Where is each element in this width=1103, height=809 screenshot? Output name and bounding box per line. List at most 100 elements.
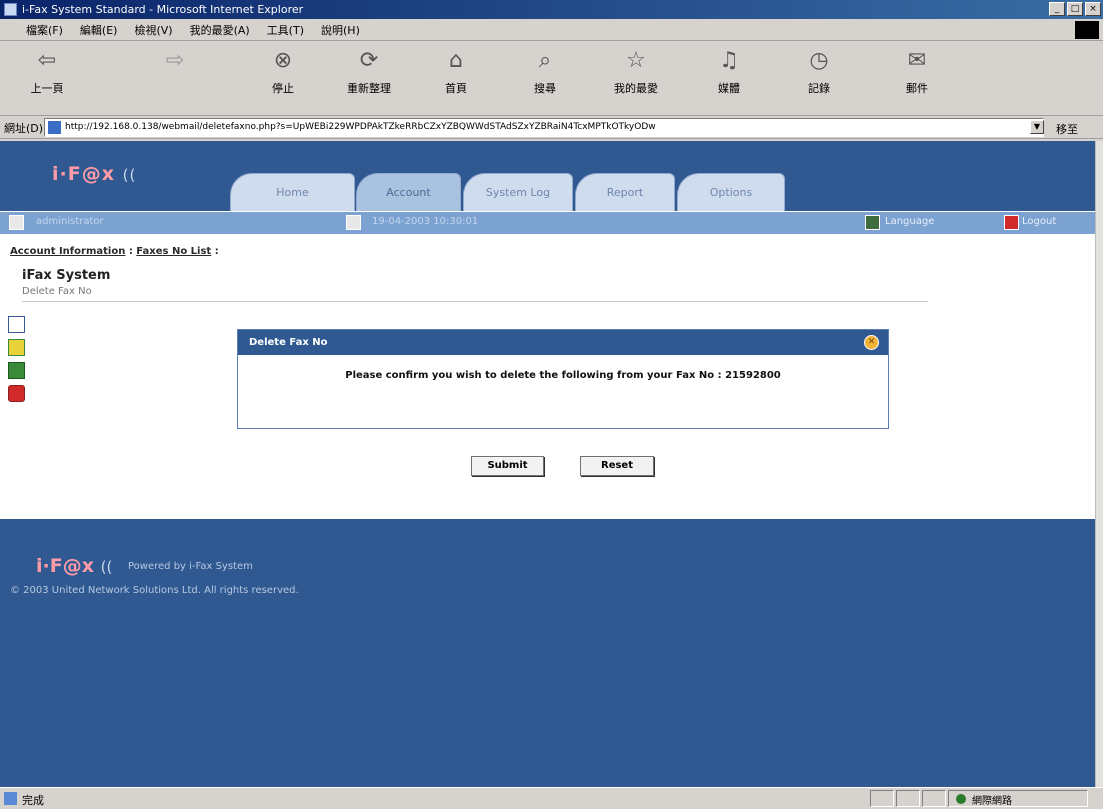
copyright: © 2003 United Network Solutions Ltd. All…: [10, 585, 299, 596]
windows-logo-icon: [1075, 21, 1099, 39]
minimize-button[interactable]: _: [1049, 2, 1065, 16]
confirm-message: Please confirm you wish to delete the fo…: [345, 370, 781, 381]
status-cell-3: [922, 790, 946, 807]
date-time: 19-04-2003 10:30:01: [372, 216, 479, 227]
history-label: 記錄: [808, 82, 830, 95]
refresh-button[interactable]: ⟳ 重新整理: [334, 48, 404, 96]
home-label: 首頁: [445, 82, 467, 95]
logout-link[interactable]: Logout: [1022, 216, 1056, 227]
delete-fax-dialog: Delete Fax No ✕ Please confirm you wish …: [237, 329, 889, 429]
window-title-bar: i-Fax System Standard - Microsoft Intern…: [0, 0, 1103, 19]
status-zone-cell: [948, 790, 1088, 807]
logout-icon[interactable]: [1004, 215, 1019, 230]
language-icon[interactable]: [865, 215, 880, 230]
page-subtitle: Delete Fax No: [22, 286, 92, 297]
browser-toolbar: ⇦ 上一頁 ⇨ ⊗ 停止 ⟳ 重新整理 ⌂ 首頁 ⌕ 搜尋 ☆ 我的最愛 ♫ 媒…: [0, 42, 1103, 116]
reset-button[interactable]: Reset: [580, 456, 654, 476]
title-divider: [22, 301, 928, 302]
logo-waves: ((: [122, 166, 137, 184]
status-bar: 完成 網際網路: [0, 787, 1103, 809]
submit-button[interactable]: Submit: [471, 456, 544, 476]
address-dropdown-button[interactable]: ▼: [1030, 120, 1044, 134]
delete-icon[interactable]: [8, 385, 25, 402]
user-name: administrator: [36, 216, 104, 227]
menu-edit[interactable]: 編輯(E): [80, 22, 118, 38]
search-label: 搜尋: [534, 82, 556, 95]
site-header: i·F@x (( Home Account System Log Report …: [0, 141, 1095, 211]
internet-zone-label: 網際網路: [972, 796, 1012, 807]
forward-button[interactable]: ⇨: [140, 48, 210, 80]
dialog-header: Delete Fax No ✕: [238, 330, 888, 355]
calendar-icon: [346, 215, 361, 230]
favorites-button[interactable]: ☆ 我的最愛: [601, 48, 671, 96]
menu-file[interactable]: 檔案(F): [26, 22, 63, 38]
window-title: i-Fax System Standard - Microsoft Intern…: [22, 3, 304, 16]
close-window-button[interactable]: ×: [1085, 2, 1101, 16]
logo-text: i·F@x: [52, 163, 115, 185]
address-input[interactable]: http://192.168.0.138/webmail/deletefaxno…: [44, 118, 1044, 137]
stop-icon: ⊗: [273, 48, 293, 73]
edit-icon[interactable]: [8, 339, 25, 356]
back-label: 上一頁: [30, 82, 64, 95]
mail-button[interactable]: ✉ 郵件: [882, 48, 952, 96]
tab-options[interactable]: Options: [677, 173, 785, 211]
powered-by: Powered by i-Fax System: [128, 561, 253, 572]
tab-account[interactable]: Account: [356, 173, 461, 211]
footer-logo: i·F@x ((: [36, 555, 112, 577]
home-icon: ⌂: [449, 48, 463, 73]
maximize-button[interactable]: □: [1067, 2, 1083, 16]
internet-zone-icon: [956, 794, 966, 804]
breadcrumb-trailing: :: [214, 246, 219, 257]
breadcrumb-account-information[interactable]: Account Information: [10, 246, 125, 257]
info-strip: administrator 19-04-2003 10:30:01 Langua…: [0, 212, 1095, 234]
tab-system-log[interactable]: System Log: [463, 173, 573, 211]
menu-tools[interactable]: 工具(T): [267, 22, 304, 38]
go-button[interactable]: 移至: [1056, 121, 1078, 137]
close-icon[interactable]: ✕: [864, 335, 879, 350]
menu-view[interactable]: 檢視(V): [134, 22, 172, 38]
media-button[interactable]: ♫ 媒體: [694, 48, 764, 96]
page-title: iFax System: [22, 268, 111, 283]
stop-label: 停止: [272, 82, 294, 95]
language-link[interactable]: Language: [885, 216, 934, 227]
footer-logo-text: i·F@x: [36, 555, 94, 577]
mail-icon: ✉: [907, 48, 927, 73]
history-button[interactable]: ◷ 記錄: [784, 48, 854, 96]
status-text: 完成: [22, 794, 44, 807]
favorites-icon: ☆: [626, 48, 646, 73]
document-icon[interactable]: [8, 316, 25, 333]
breadcrumb-separator: :: [128, 246, 133, 257]
menu-favorites[interactable]: 我的最愛(A): [190, 22, 250, 38]
tab-home[interactable]: Home: [230, 173, 355, 211]
address-url: http://192.168.0.138/webmail/deletefaxno…: [65, 122, 656, 132]
favorites-label: 我的最愛: [614, 82, 658, 95]
page-icon: [48, 121, 61, 134]
footer-logo-waves: ((: [100, 558, 113, 576]
media-icon: ♫: [719, 48, 739, 73]
user-add-icon[interactable]: [8, 362, 25, 379]
status-cell-1: [870, 790, 894, 807]
vertical-scrollbar[interactable]: [1095, 141, 1103, 787]
refresh-label: 重新整理: [347, 82, 391, 95]
refresh-icon: ⟳: [359, 48, 379, 73]
page-done-icon: [4, 792, 17, 805]
menu-help[interactable]: 說明(H): [321, 22, 360, 38]
forward-icon: ⇨: [165, 48, 185, 73]
search-icon: ⌕: [538, 48, 552, 73]
user-icon: [9, 215, 24, 230]
tab-report[interactable]: Report: [575, 173, 675, 211]
site-footer: i·F@x (( Powered by i-Fax System © 2003 …: [0, 519, 1095, 787]
breadcrumb-faxes-no-list[interactable]: Faxes No List: [136, 246, 211, 257]
address-label: 網址(D): [4, 121, 44, 135]
history-icon: ◷: [809, 48, 829, 73]
search-button[interactable]: ⌕ 搜尋: [510, 48, 580, 96]
page-viewport: i·F@x (( Home Account System Log Report …: [0, 141, 1095, 787]
back-button[interactable]: ⇦ 上一頁: [12, 48, 82, 96]
stop-button[interactable]: ⊗ 停止: [248, 48, 318, 96]
back-icon: ⇦: [37, 48, 57, 73]
address-bar: 網址(D) http://192.168.0.138/webmail/delet…: [0, 117, 1103, 139]
home-button[interactable]: ⌂ 首頁: [421, 48, 491, 96]
mail-label: 郵件: [906, 82, 928, 95]
status-cell-2: [896, 790, 920, 807]
media-label: 媒體: [718, 82, 740, 95]
